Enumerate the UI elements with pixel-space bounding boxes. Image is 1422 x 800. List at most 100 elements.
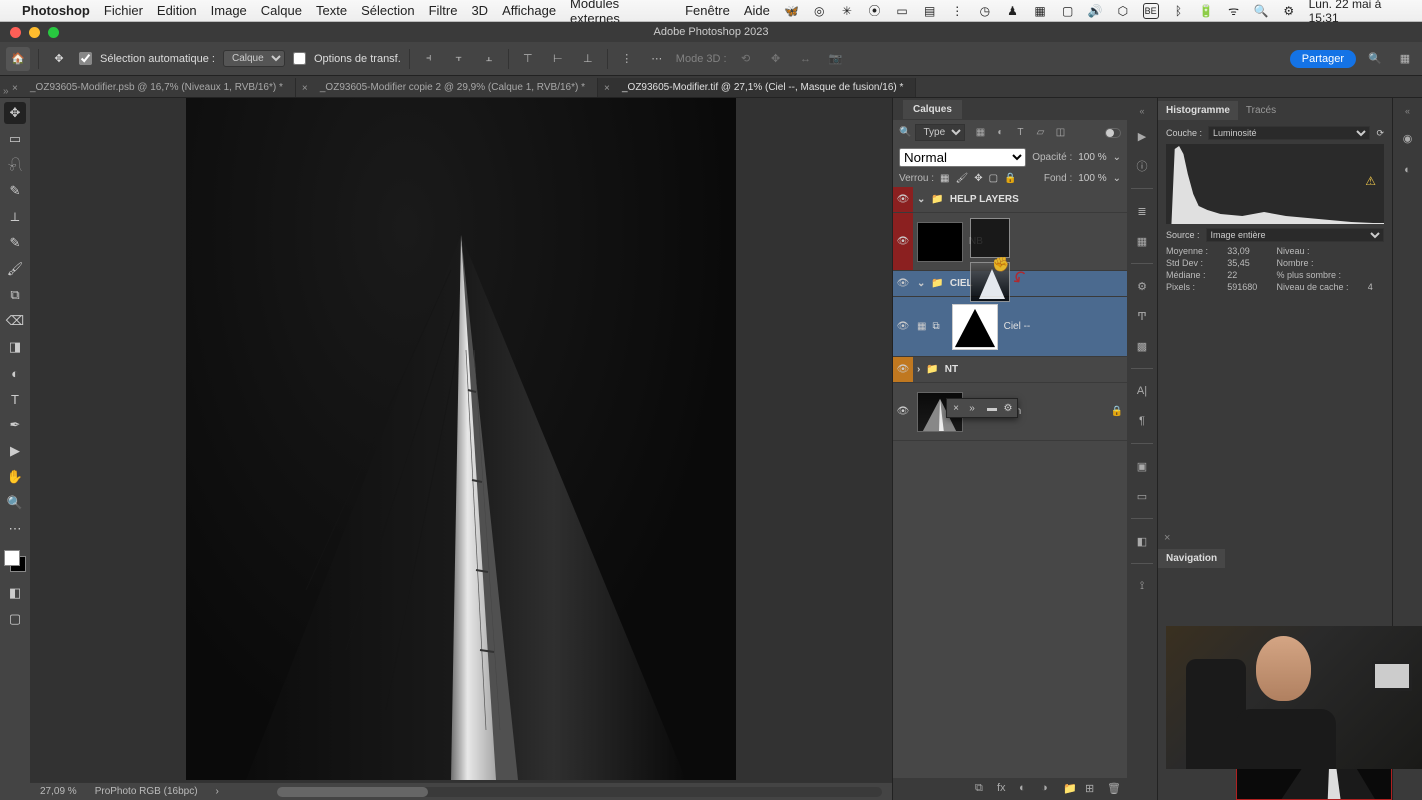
clone-tool[interactable]: ⧉	[4, 284, 26, 306]
screen-icon[interactable]: ▢	[1060, 3, 1076, 19]
group-icon[interactable]: 📁	[1063, 782, 1077, 796]
lock-all-icon[interactable]: 🔒	[1004, 173, 1016, 184]
filter-adjust-icon[interactable]: ◐	[993, 126, 1007, 140]
mask-thumbnail[interactable]	[952, 304, 998, 350]
menu-filtre[interactable]: Filtre	[429, 3, 458, 18]
blend-mode-select[interactable]: Normal	[899, 148, 1026, 167]
lock-paint-icon[interactable]: 🖌	[955, 173, 968, 184]
align-left-icon[interactable]: ⫞	[418, 48, 440, 70]
canvas[interactable]	[30, 98, 892, 782]
home-icon[interactable]: 🏠	[6, 47, 30, 71]
search-icon[interactable]: 🔍	[1253, 3, 1269, 19]
dodge-tool[interactable]: ◐	[4, 362, 26, 384]
filter-search-icon[interactable]: 🔍	[899, 127, 911, 138]
filter-smart-icon[interactable]: ◫	[1053, 126, 1067, 140]
auto-select-target[interactable]: Calque	[223, 50, 285, 67]
adjustment-icon[interactable]: ◑	[1041, 782, 1055, 796]
align-top-icon[interactable]: ⊤	[517, 48, 539, 70]
circle-icon[interactable]: ◎	[812, 3, 828, 19]
app-name[interactable]: Photoshop	[22, 3, 90, 18]
menubar-clock[interactable]: Lun. 22 mai à 15:31	[1309, 0, 1412, 25]
menu-aide[interactable]: Aide	[744, 3, 770, 18]
swatches-icon[interactable]: ▩	[1132, 336, 1152, 356]
properties-panel-icon[interactable]: ◐	[1398, 160, 1418, 180]
paragraph-icon[interactable]: ¶	[1132, 411, 1152, 431]
doc-tab-1[interactable]: ×_OZ93605-Modifier.psb @ 16,7% (Niveaux …	[6, 78, 296, 97]
libraries-icon[interactable]: ▣	[1132, 456, 1152, 476]
link-layers-icon[interactable]: ⧉	[975, 782, 989, 796]
layer-group-nt[interactable]: 👁 ›📁NT	[893, 357, 1127, 383]
filter-pixel-icon[interactable]: ▦	[973, 126, 987, 140]
close-tab-icon[interactable]: ×	[604, 83, 610, 94]
menu-texte[interactable]: Texte	[316, 3, 347, 18]
opacity-value[interactable]: 100 %	[1078, 152, 1106, 163]
filter-type-icon[interactable]: T	[1013, 126, 1027, 140]
menu-3d[interactable]: 3D	[471, 3, 488, 18]
filter-shape-icon[interactable]: ▱	[1033, 126, 1047, 140]
histogram-chart[interactable]: ⚠	[1166, 144, 1384, 224]
quick-select-tool[interactable]: ✎	[4, 180, 26, 202]
sliders-icon[interactable]: ⚙	[1132, 276, 1152, 296]
visibility-toggle[interactable]: 👁	[893, 187, 913, 212]
adjustments-icon[interactable]: ▦	[1132, 231, 1152, 251]
share-button[interactable]: Partager	[1290, 50, 1356, 68]
delete-layer-icon[interactable]: 🗑	[1107, 782, 1121, 796]
move-tool[interactable]: ✥	[4, 102, 26, 124]
screen-mode-icon[interactable]: ▢	[4, 608, 26, 630]
tab-navigation[interactable]: Navigation	[1158, 549, 1225, 568]
workspace-icon[interactable]: ▦	[1394, 48, 1416, 70]
align-center-h-icon[interactable]: ⫟	[448, 48, 470, 70]
zoom-level[interactable]: 27,09 %	[40, 786, 77, 797]
edit-toolbar[interactable]: ⋯	[4, 518, 26, 540]
hex-icon[interactable]: ⬡	[1115, 3, 1131, 19]
play-actions-icon[interactable]: ▶	[1132, 126, 1152, 146]
link-mask-icon[interactable]: ⧉	[932, 321, 939, 332]
measure-icon[interactable]: ⟟	[1132, 576, 1152, 596]
color-box-icon[interactable]: ◧	[1132, 531, 1152, 551]
lock-position-icon[interactable]: ✥	[974, 173, 982, 184]
group-chevron-icon[interactable]: ⌄	[917, 278, 925, 289]
fill-chevron-icon[interactable]: ⌄	[1113, 173, 1121, 184]
new-layer-icon[interactable]: ⊞	[1085, 782, 1099, 796]
marquee-tool[interactable]: ▭	[4, 128, 26, 150]
display-icon[interactable]: ▭	[894, 3, 910, 19]
figure-icon[interactable]: ♟	[1005, 3, 1021, 19]
dots-icon[interactable]: ⋮	[949, 3, 965, 19]
search-ui-icon[interactable]: 🔍	[1364, 48, 1386, 70]
menu-selection[interactable]: Sélection	[361, 3, 414, 18]
lasso-tool[interactable]: 𓍯	[4, 154, 26, 176]
visibility-toggle[interactable]: 👁	[893, 406, 913, 417]
mask-floating-controls[interactable]: × » ▬ ⚙	[946, 398, 1018, 418]
color-panel-icon[interactable]: ◉	[1398, 128, 1418, 148]
control-center-icon[interactable]: ⚙	[1281, 3, 1297, 19]
horizontal-scrollbar[interactable]	[277, 787, 882, 797]
filter-type-select[interactable]: Type	[915, 124, 965, 141]
close-tab-icon[interactable]: ×	[12, 83, 18, 94]
visibility-toggle[interactable]: 👁	[893, 278, 913, 289]
note-icon[interactable]: ▤	[922, 3, 938, 19]
type-tool[interactable]: T	[4, 388, 26, 410]
fill-value[interactable]: 100 %	[1078, 173, 1106, 184]
sound-icon[interactable]: 🔊	[1087, 3, 1103, 19]
layer-nb[interactable]: 👁 NB	[893, 213, 1127, 271]
group-chevron-icon[interactable]: ⌄	[917, 194, 925, 205]
cache-warning-icon[interactable]: ⚠	[1365, 174, 1376, 188]
source-select[interactable]: Image entière	[1206, 228, 1384, 242]
slack-icon[interactable]: ✳	[839, 3, 855, 19]
grid-icon[interactable]: ▦	[1032, 3, 1048, 19]
refresh-icon[interactable]: ⟳	[1376, 128, 1384, 139]
menu-image[interactable]: Image	[211, 3, 247, 18]
distribute-icon[interactable]: ⋮	[616, 48, 638, 70]
crop-tool[interactable]: ⟂	[4, 206, 26, 228]
eyedropper-tool[interactable]: ✎	[4, 232, 26, 254]
visibility-toggle[interactable]: 👁	[893, 321, 913, 332]
maximize-window-icon[interactable]	[48, 27, 59, 38]
lock-artboard-icon[interactable]: ▢	[989, 173, 998, 184]
menu-fichier[interactable]: Fichier	[104, 3, 143, 18]
gradient-tool[interactable]: ◨	[4, 336, 26, 358]
menu-fenetre[interactable]: Fenêtre	[685, 3, 730, 18]
behance-icon[interactable]: BE	[1143, 3, 1159, 19]
mask-density-icon[interactable]: ▬	[985, 401, 999, 415]
pen-tool[interactable]: ✒	[4, 414, 26, 436]
layer-thumbnail[interactable]	[917, 222, 963, 262]
